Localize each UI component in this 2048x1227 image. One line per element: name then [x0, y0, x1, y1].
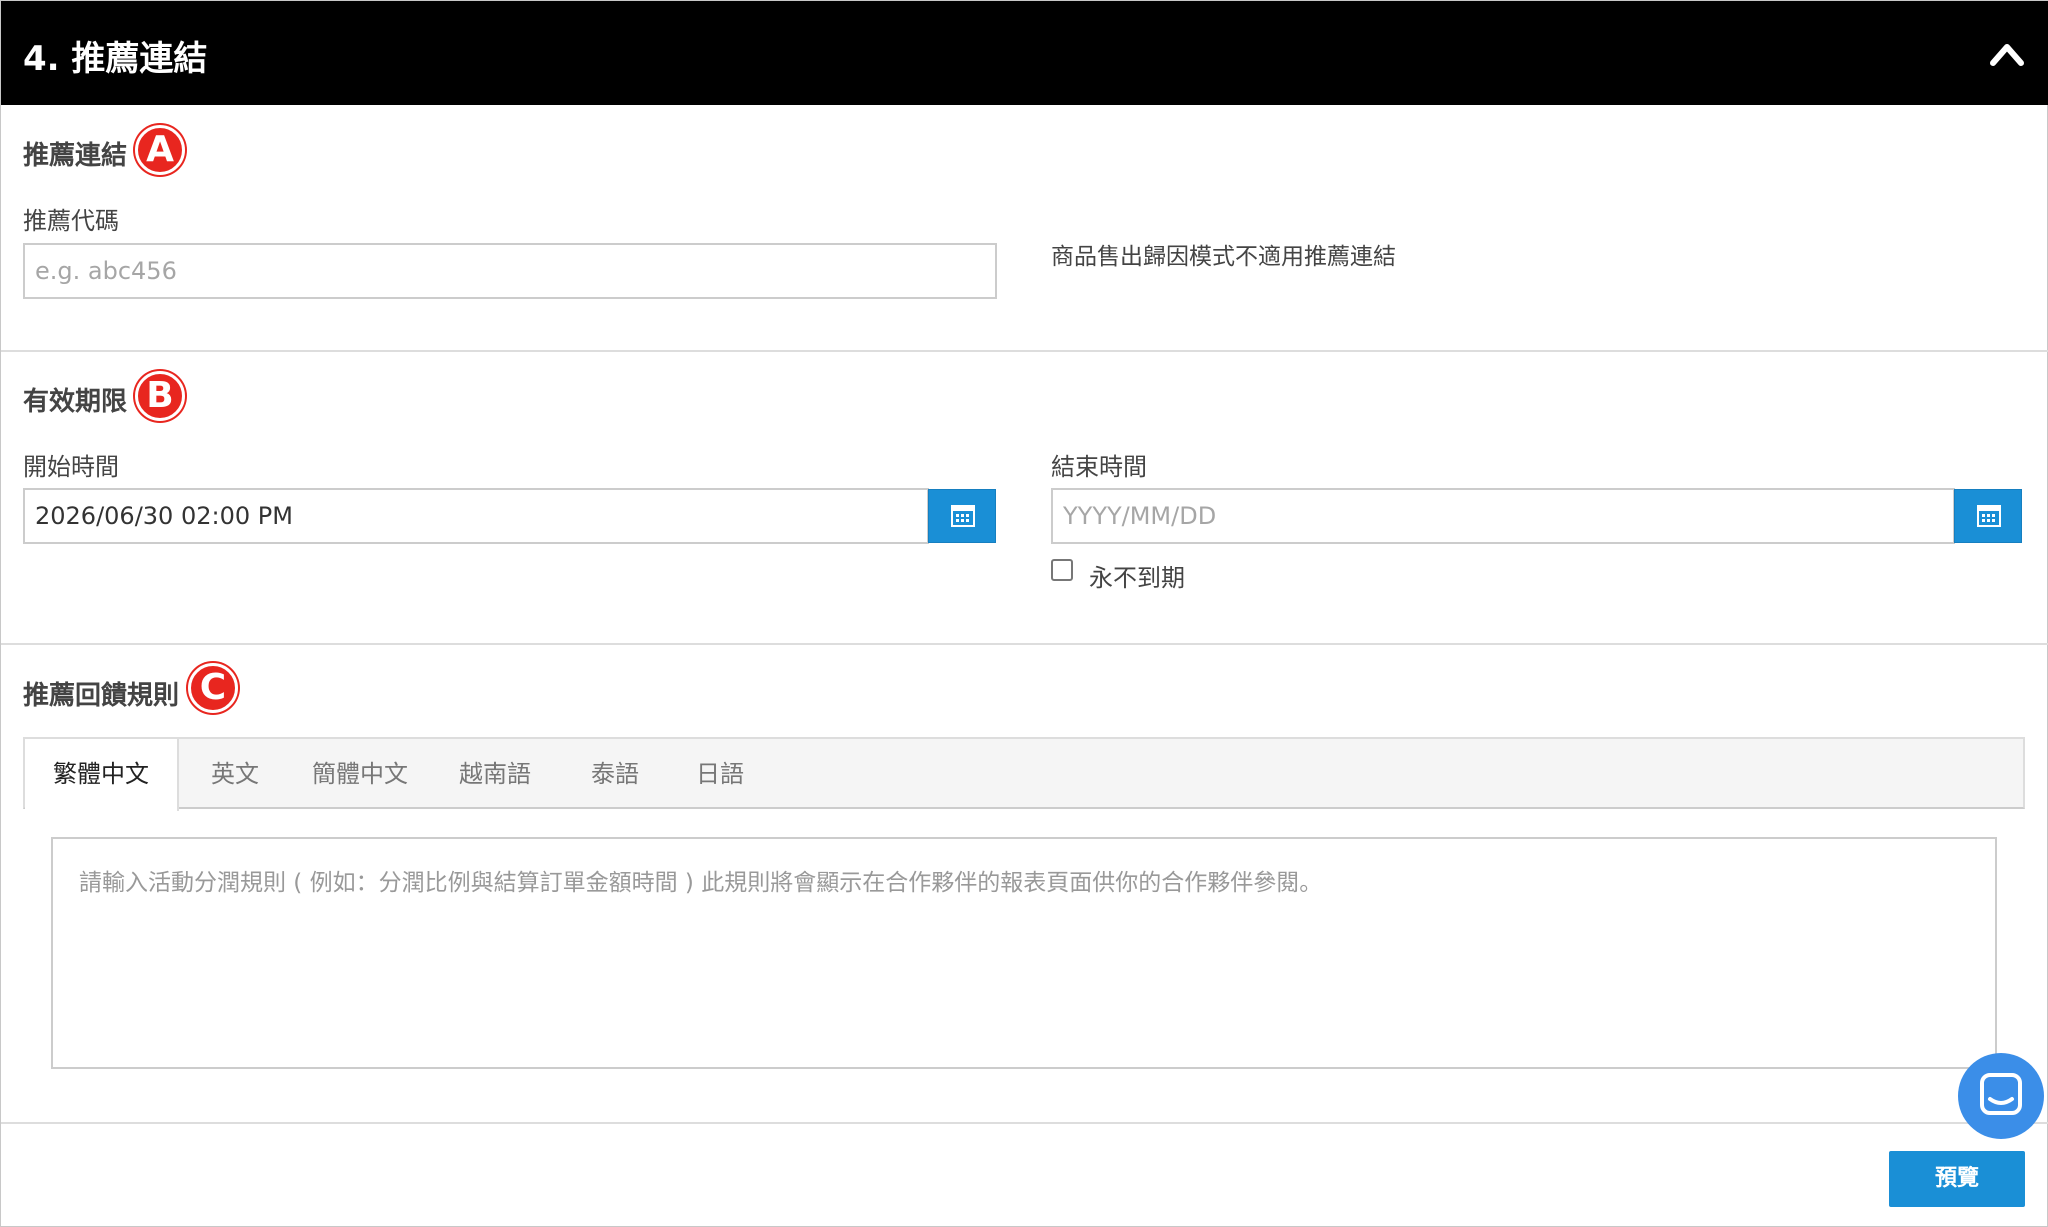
never-expire-label[interactable]: 永不到期: [1089, 558, 1185, 593]
tab-thai[interactable]: 泰語: [565, 739, 665, 809]
referral-code-label: 推薦代碼: [23, 207, 119, 235]
validity-section-title: 有效期限: [23, 387, 128, 417]
chat-button[interactable]: [1958, 1053, 2044, 1139]
end-time-input[interactable]: YYYY/MM/DD: [1051, 488, 1955, 544]
referral-section-title: 推薦連結: [23, 141, 128, 171]
end-calendar-button[interactable]: [1954, 489, 2022, 543]
panel-title: 4. 推薦連結: [23, 39, 208, 79]
rules-section-title: 推薦回饋規則: [23, 681, 180, 711]
calendar-icon: [1977, 505, 2001, 527]
marker-b: B: [135, 371, 185, 421]
tab-simplified-chinese[interactable]: 簡體中文: [295, 739, 425, 809]
tab-japanese[interactable]: 日語: [670, 739, 770, 809]
section-divider: [1, 1122, 2048, 1124]
chevron-up-icon[interactable]: [1987, 35, 2027, 71]
panel-header[interactable]: 4. 推薦連結: [1, 1, 2048, 105]
start-calendar-button[interactable]: [928, 489, 996, 543]
referral-link-panel: 4. 推薦連結 推薦連結 A 推薦代碼 e.g. abc456 商品售出歸因模式…: [0, 0, 2048, 1227]
tab-english[interactable]: 英文: [185, 739, 285, 809]
chat-icon: [1980, 1073, 2022, 1115]
preview-button[interactable]: 預覽: [1889, 1151, 2025, 1207]
tab-traditional-chinese[interactable]: 繁體中文: [25, 739, 179, 811]
marker-a: A: [135, 125, 185, 175]
start-time-label: 開始時間: [23, 453, 119, 481]
attribution-note: 商品售出歸因模式不適用推薦連結: [1051, 244, 1396, 270]
rules-textarea[interactable]: 請輸入活動分潤規則 ( 例如：分潤比例與結算訂單金額時間 ) 此規則將會顯示在合…: [51, 837, 1997, 1069]
language-tabs: 繁體中文 英文 簡體中文 越南語 泰語 日語: [23, 737, 2025, 811]
section-divider: [1, 350, 2048, 352]
end-time-label: 結束時間: [1051, 453, 1147, 481]
section-divider: [1, 643, 2048, 645]
never-expire-checkbox[interactable]: [1051, 559, 1073, 581]
tab-vietnamese[interactable]: 越南語: [435, 739, 555, 809]
marker-c: C: [188, 663, 238, 713]
start-time-input[interactable]: 2026/06/30 02:00 PM: [23, 488, 929, 544]
referral-code-input[interactable]: e.g. abc456: [23, 243, 997, 299]
calendar-icon: [951, 505, 975, 527]
